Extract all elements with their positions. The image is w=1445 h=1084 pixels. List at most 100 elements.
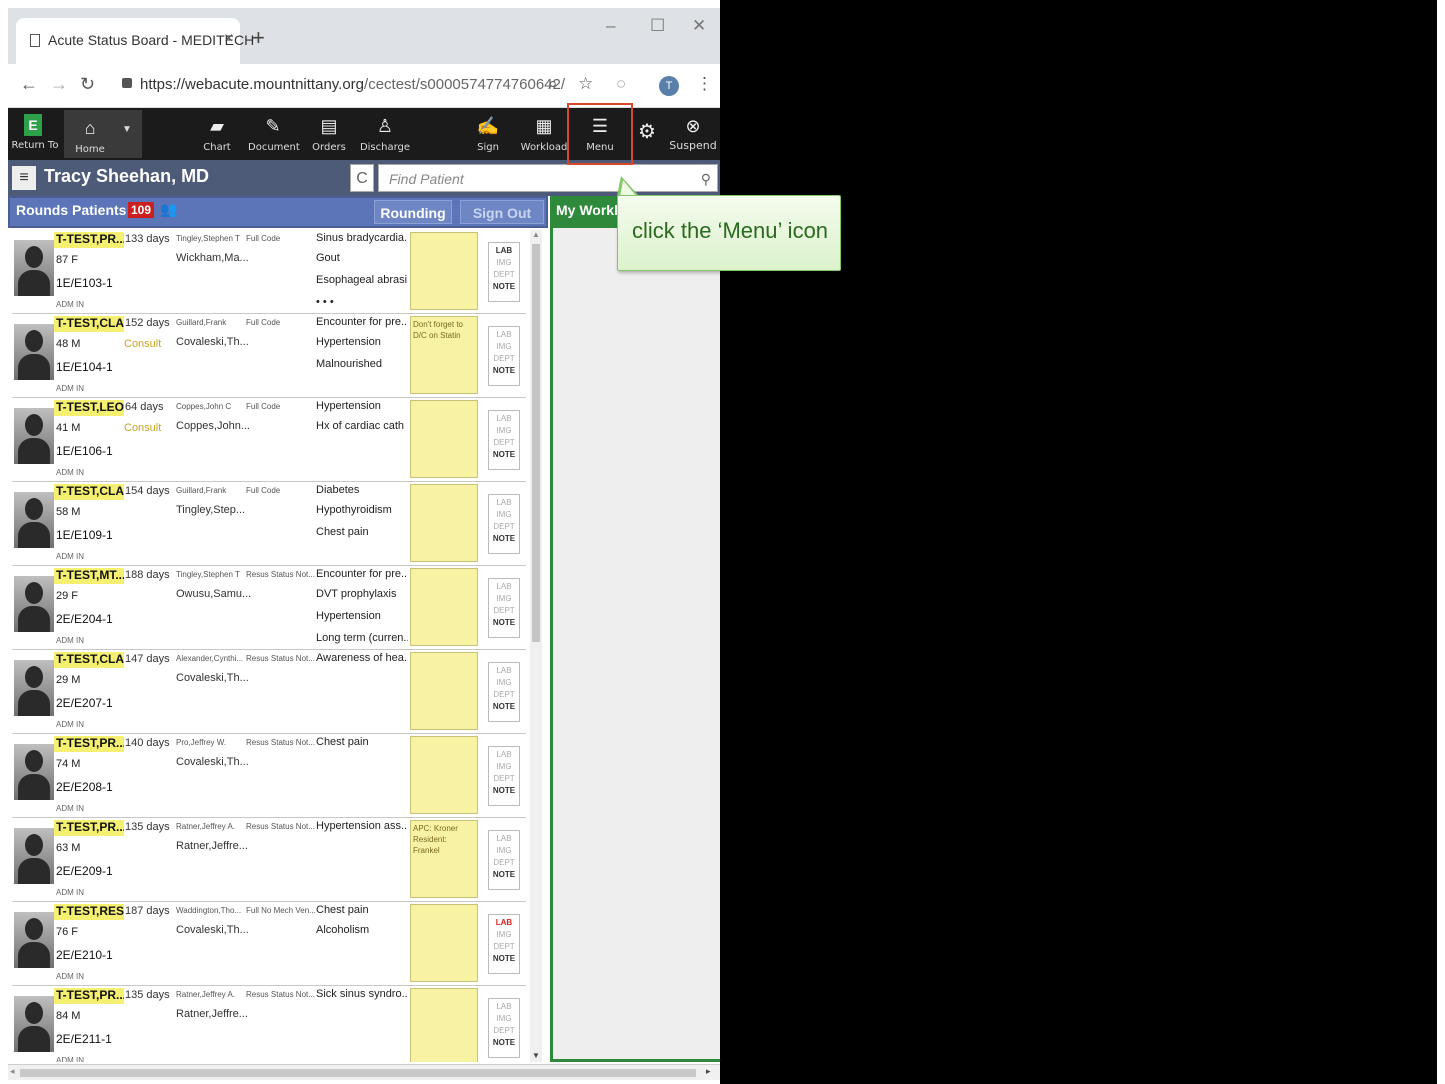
patient-row[interactable]: T-TEST,PR... 135 days 63 M 2E/E209-1 ADM IN R… [12,818,526,902]
reload-icon[interactable]: ↻ [80,74,95,95]
diagnosis: Encounter for pre... [316,316,408,328]
scroll-up-icon[interactable]: ▲ [532,230,540,239]
zoom-icon[interactable]: ⌕ [548,74,558,94]
chart-button[interactable]: ▰ Chart [192,108,242,160]
result-flags[interactable]: LAB IMG DEPT NOTE [488,830,520,890]
vertical-scroll-thumb[interactable] [532,244,540,642]
horizontal-scroll-thumb[interactable] [20,1069,696,1077]
result-flag: NOTE [492,870,516,879]
result-flags[interactable]: LAB IMG DEPT NOTE [488,410,520,470]
diagnosis: Alcoholism [316,924,370,936]
workload-button[interactable]: ▦ Workload [518,108,570,160]
lock-icon [122,78,132,88]
star-icon[interactable]: ☆ [578,74,593,94]
search-icon[interactable]: ⚲ [701,165,711,193]
result-flags[interactable]: LAB IMG DEPT NOTE [488,578,520,638]
settings-button[interactable]: ⚙ [632,108,662,160]
find-patient-input[interactable]: Find Patient ⚲ [378,164,718,192]
sticky-note[interactable] [410,904,478,982]
result-flag: NOTE [492,618,516,627]
url-field[interactable]: https://webacute.mountnittany.org/cectes… [118,70,588,100]
scroll-right-icon[interactable]: ▸ [706,1066,711,1077]
patient-name[interactable]: T-TEST,RES... [54,904,124,920]
sticky-note[interactable] [410,736,478,814]
profile-avatar[interactable]: T [659,76,679,96]
suspend-button[interactable]: ⊗ Suspend [668,108,718,160]
diagnosis: Chest pain [316,736,369,748]
patient-row[interactable]: T-TEST,CLA...152 days 48 M Consult 1E/E104-… [12,314,526,398]
patient-age-sex: 87 F [56,254,79,266]
maximize-button[interactable]: ☐ [650,16,665,36]
home-dropdown-icon[interactable]: ▼ [122,124,132,135]
result-flags[interactable]: LAB IMG DEPT NOTE [488,494,520,554]
window-close-button[interactable]: ✕ [692,16,706,36]
result-flags[interactable]: LAB IMG DEPT NOTE [488,914,520,974]
scroll-down-icon[interactable]: ▼ [532,1051,540,1060]
extension-icon[interactable]: ○ [616,74,626,94]
forward-arrow-icon[interactable]: → [50,74,68,95]
result-flags[interactable]: LAB IMG DEPT NOTE [488,746,520,806]
sticky-note[interactable] [410,232,478,310]
result-flag: DEPT [493,942,515,951]
browser-tab[interactable]: Acute Status Board - MEDITECH × [16,18,254,64]
result-flags[interactable]: LAB IMG DEPT NOTE [488,998,520,1058]
covering-physician: Tingley,Step... [176,504,246,516]
result-flags[interactable]: LAB IMG DEPT NOTE [488,242,520,302]
home-button[interactable]: ⌂ Home ▼ [64,110,142,158]
sticky-note[interactable] [410,400,478,478]
rounding-button[interactable]: Rounding [374,200,452,224]
sticky-note[interactable] [410,652,478,730]
patient-name[interactable]: T-TEST,CLA... [54,652,124,668]
hamburger-icon[interactable]: ≡ [12,166,36,190]
return-to-button[interactable]: E Return To [8,108,62,160]
patient-row[interactable]: T-TEST,MT... 188 days 29 F 2E/E204-1 ADM IN T… [12,566,526,650]
code-status: Resus Status Not... [246,822,315,831]
result-flags[interactable]: LAB IMG DEPT NOTE [488,326,520,386]
minimize-button[interactable]: – [606,16,615,36]
workload-label: Workload [520,142,568,153]
patient-name[interactable]: T-TEST,MT... [54,568,124,584]
orders-button[interactable]: ▤ Orders [304,108,354,160]
patient-name[interactable]: T-TEST,PR... [54,820,124,836]
horizontal-scrollbar[interactable]: ◂ ▸ [8,1064,720,1080]
diagnosis: Gout [316,252,340,264]
patient-name[interactable]: T-TEST,PR... [54,736,124,752]
sticky-note[interactable] [410,484,478,562]
patient-name[interactable]: T-TEST,PR... [54,232,124,248]
back-arrow-icon[interactable]: ← [20,74,38,95]
new-tab-button[interactable]: + [252,26,265,50]
vertical-scrollbar[interactable]: ▲ ▼ [530,230,542,1062]
patient-name[interactable]: T-TEST,CLA... [54,484,124,500]
patient-name[interactable]: T-TEST,CLA... [54,316,124,332]
kebab-menu-icon[interactable]: ⋮ [696,74,713,94]
sticky-note[interactable]: Don't forget to D/C on Statin [410,316,478,394]
covering-physician: Covaleski,Th... [176,924,249,936]
sign-out-button[interactable]: Sign Out [460,200,544,224]
code-status: Full Code [246,402,281,411]
tab-close-icon[interactable]: × [224,30,233,48]
add-patient-icon[interactable]: 👥 [160,201,177,218]
sticky-note[interactable] [410,988,478,1062]
scroll-left-icon[interactable]: ◂ [10,1066,15,1077]
discharge-button[interactable]: ♙ Discharge [358,108,412,160]
sticky-note[interactable]: APC: Kroner Resident: Frankel [410,820,478,898]
patient-row[interactable]: T-TEST,PR... 140 days 74 M 2E/E208-1 ADM IN P… [12,734,526,818]
result-flags[interactable]: LAB IMG DEPT NOTE [488,662,520,722]
document-button[interactable]: ✎ Document [248,108,300,160]
patient-row[interactable]: T-TEST,PR... 133 days 87 F 1E/E103-1 ADM IN T… [12,230,526,314]
patient-row[interactable]: T-TEST,CLA...147 days 29 M 2E/E207-1 ADM IN… [12,650,526,734]
patient-row[interactable]: T-TEST,CLA...154 days 58 M 1E/E109-1 ADM IN… [12,482,526,566]
sign-button[interactable]: ✍ Sign [464,108,512,160]
folder-icon: ▰ [210,116,224,136]
patient-row[interactable]: T-TEST,RES...187 days 76 F 2E/E210-1 ADM IN… [12,902,526,986]
patient-name[interactable]: T-TEST,LEO... [54,400,124,416]
patient-name[interactable]: T-TEST,PR... [54,988,124,1004]
chart-label: Chart [203,142,231,153]
patient-row[interactable]: T-TEST,PR... 135 days 84 M 2E/E211-1 ADM IN R… [12,986,526,1062]
patient-row[interactable]: T-TEST,LEO...64 days 41 M Consult 1E/E106-1… [12,398,526,482]
url-host: https://webacute.mountnittany.org [140,76,365,93]
attending-physician: Tingley,Stephen T [176,570,240,579]
refresh-icon[interactable]: C [350,164,374,192]
sticky-note[interactable] [410,568,478,646]
length-of-stay: 135 days [125,989,170,1001]
